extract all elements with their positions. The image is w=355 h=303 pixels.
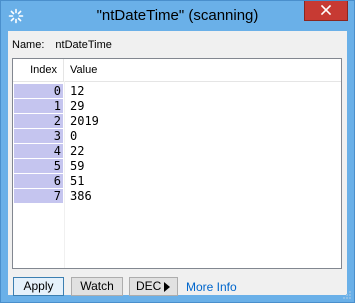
more-info-link[interactable]: More Info [186,280,237,294]
column-header-value[interactable]: Value [70,59,97,81]
row-index-cell: 6 [14,174,63,188]
name-value: ntDateTime [55,39,112,51]
window-client-area: Name: ntDateTime Index Value 0 12 1 29 2 2019 3… [8,31,347,296]
watch-window: "ntDateTime" (scanning) Name: ntDateTime … [0,0,355,303]
row-value-cell[interactable]: 12 [70,84,84,98]
table-row[interactable]: 5 59 [13,159,341,174]
table-row[interactable]: 6 51 [13,174,341,189]
row-index-cell: 7 [14,189,63,203]
table-row[interactable]: 7 386 [13,189,341,204]
title-bar[interactable]: "ntDateTime" (scanning) [1,1,354,31]
close-button[interactable] [304,1,348,21]
row-value-cell[interactable]: 2019 [70,114,99,128]
window-title: "ntDateTime" (scanning) [96,7,259,24]
row-value-cell[interactable]: 59 [70,159,84,173]
table-row[interactable]: 0 12 [13,84,341,99]
table-row[interactable]: 2 2019 [13,114,341,129]
table-row[interactable]: 4 22 [13,144,341,159]
apply-button[interactable]: Apply [13,277,64,296]
row-index-cell: 0 [14,84,63,98]
row-index-cell: 3 [14,129,63,143]
resize-grip-icon[interactable] [342,290,352,300]
row-index-cell: 2 [14,114,63,128]
row-value-cell[interactable]: 386 [70,189,92,203]
row-index-cell: 4 [14,144,63,158]
close-icon [320,4,332,16]
values-list[interactable]: Index Value 0 12 1 29 2 2019 3 0 4 22 5 59 6 51 7 386 [12,58,342,269]
table-row[interactable]: 1 29 [13,99,341,114]
name-row: Name: ntDateTime [12,39,112,51]
row-value-cell[interactable]: 51 [70,174,84,188]
row-value-cell[interactable]: 29 [70,99,84,113]
row-value-cell[interactable]: 0 [70,129,77,143]
dec-label: DEC [136,279,162,293]
triangle-right-icon [164,282,170,292]
name-label: Name: [12,39,45,51]
list-rows: 0 12 1 29 2 2019 3 0 4 22 5 59 6 51 7 386 [13,84,341,204]
watch-button[interactable]: Watch [71,277,123,296]
column-header-index[interactable]: Index [13,59,64,81]
dec-format-button[interactable]: DEC [129,277,178,296]
row-value-cell[interactable]: 22 [70,144,84,158]
list-header: Index Value [13,59,341,82]
row-index-cell: 5 [14,159,63,173]
table-row[interactable]: 30 [13,129,341,144]
row-index-cell: 1 [14,99,63,113]
